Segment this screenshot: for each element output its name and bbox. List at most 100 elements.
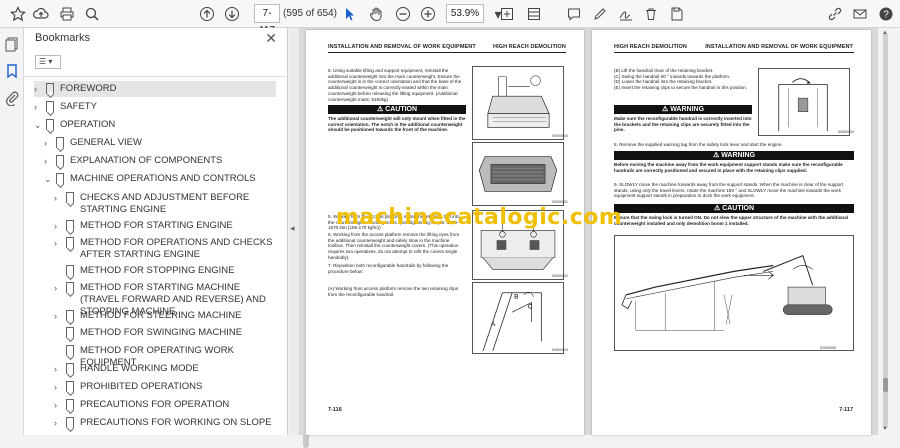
bookmark-item[interactable]: › SAFETY (34, 99, 276, 115)
figure-id: K0000002 (552, 274, 568, 278)
document-viewer: INSTALLATION AND REMOVAL OF WORK EQUIPME… (299, 28, 877, 435)
chevron-right-icon[interactable]: › (54, 363, 57, 375)
bookmark-options-dropdown[interactable]: ☰ ▾ (35, 55, 61, 69)
bookmark-icon (66, 282, 74, 293)
page-number-right: 7-117 (839, 407, 853, 413)
document-scroll-thumb[interactable] (883, 378, 888, 392)
bookmarks-icon[interactable] (4, 63, 20, 79)
share-link-icon[interactable] (825, 4, 845, 24)
chevron-right-icon[interactable]: › (34, 101, 37, 113)
draw-signature-icon[interactable] (616, 4, 636, 24)
warning-banner-2: ⚠ WARNING (614, 151, 854, 160)
upload-cloud-icon[interactable] (31, 4, 51, 24)
bookmark-icon (66, 327, 74, 338)
bookmark-star-icon[interactable] (8, 4, 28, 24)
search-icon[interactable] (82, 4, 102, 24)
steps-b-e-text: (B) Lift the handrail clear of the retai… (614, 68, 748, 91)
bookmark-icon (66, 220, 74, 231)
chevron-down-icon[interactable]: ⌄ (34, 119, 42, 131)
collapse-panel-icon[interactable]: ◂ (290, 223, 295, 234)
step-8-text: 8. Remove the supplied warning tag from … (614, 142, 783, 147)
bookmark-icon (66, 417, 74, 428)
delete-trash-icon[interactable] (641, 4, 661, 24)
bookmark-icon (66, 399, 74, 410)
page-header-right: INSTALLATION AND REMOVAL OF WORK EQUIPME… (705, 44, 853, 50)
bookmark-label: HANDLE WORKING MODE (80, 363, 199, 374)
highlight-pen-icon[interactable] (590, 4, 610, 24)
caution-banner-1: ⚠ CAUTION (328, 105, 466, 114)
bookmark-item[interactable]: › CHECKS AND ADJUSTMENT BEFORE STARTING E… (54, 190, 276, 216)
bookmark-item[interactable]: › METHOD FOR STARTING MACHINE (TRAVEL FOR… (54, 280, 276, 317)
bookmark-label: FOREWORD (60, 83, 117, 94)
bookmark-item[interactable]: ⌄ MACHINE OPERATIONS AND CONTROLS (44, 171, 276, 187)
chevron-right-icon[interactable]: › (54, 417, 57, 429)
hand-tool-icon[interactable] (366, 4, 386, 24)
page-layout-icon[interactable] (524, 4, 544, 24)
bookmark-icon (46, 83, 54, 94)
header-rule (614, 52, 854, 53)
bookmark-item[interactable]: › EXPLANATION OF COMPONENTS (44, 153, 276, 169)
chevron-right-icon[interactable]: › (44, 137, 47, 149)
bookmark-label: SAFETY (60, 101, 97, 112)
save-file-icon[interactable] (667, 4, 687, 24)
chevron-right-icon[interactable]: › (54, 381, 57, 393)
page-number-input[interactable]: 7-117 (254, 4, 280, 36)
panel-splitter[interactable]: ◂ (289, 28, 299, 435)
chevron-right-icon[interactable]: › (54, 282, 57, 294)
caution-banner-2: ⚠ CAUTION (614, 204, 854, 213)
bookmark-item[interactable]: › PRECAUTIONS FOR WORKING ON SLOPE (54, 415, 276, 431)
bookmark-item[interactable]: › METHOD FOR OPERATIONS AND CHECKS AFTER … (54, 235, 276, 261)
bookmark-label: EXPLANATION OF COMPONENTS (70, 155, 223, 166)
bookmark-label: PROHIBITED OPERATIONS (80, 381, 203, 392)
email-icon[interactable] (850, 4, 870, 24)
comment-icon[interactable] (564, 4, 584, 24)
document-scrollbar[interactable] (883, 33, 888, 428)
bookmark-item[interactable]: › METHOD FOR STEERING MACHINE (54, 308, 276, 324)
bookmark-item[interactable]: METHOD FOR SWINGING MACHINE (54, 325, 276, 341)
page-down-icon[interactable] (222, 4, 242, 24)
chevron-right-icon[interactable]: › (44, 155, 47, 167)
select-pointer-icon[interactable] (340, 4, 360, 24)
caution-text-1: The additional counterweight will only m… (328, 116, 466, 133)
bookmark-item[interactable]: ⌄ OPERATION (34, 117, 276, 133)
chevron-right-icon[interactable]: › (54, 310, 57, 322)
chevron-down-icon[interactable]: ⌄ (44, 173, 52, 185)
bookmark-item[interactable]: › HANDLE WORKING MODE (54, 361, 276, 377)
fit-page-icon[interactable] (497, 4, 517, 24)
figure-id: K0000004 (838, 130, 854, 134)
bookmark-label: MACHINE OPERATIONS AND CONTROLS (70, 173, 256, 184)
bookmark-label: METHOD FOR STARTING ENGINE (80, 220, 233, 231)
toolbar: 7-117 (595 of 654) 53.9% ▾ ? (0, 0, 900, 36)
chevron-right-icon[interactable]: › (54, 220, 57, 232)
bookmark-item[interactable]: › PRECAUTIONS FOR OPERATION (54, 397, 276, 413)
bookmark-item[interactable]: › FOREWORD (34, 81, 276, 97)
bookmark-item[interactable]: › METHOD FOR STARTING ENGINE (54, 218, 276, 234)
zoom-in-icon[interactable] (418, 4, 438, 24)
zoom-out-icon[interactable] (393, 4, 413, 24)
bookmark-item[interactable]: METHOD FOR OPERATING WORK EQUIPMENT (54, 343, 276, 368)
page-up-icon[interactable] (197, 4, 217, 24)
help-icon[interactable]: ? (876, 4, 896, 24)
bookmark-item[interactable]: › PROHIBITED OPERATIONS (54, 379, 276, 395)
chevron-right-icon[interactable]: › (54, 192, 57, 204)
figure-id: K0000000 (552, 134, 568, 138)
bookmark-label: GENERAL VIEW (70, 137, 142, 148)
print-icon[interactable] (57, 4, 77, 24)
bookmark-icon (56, 155, 64, 166)
figure-id: K0000003 (552, 348, 568, 352)
step-9-text: 9. SLOWLY move the machine forwards away… (614, 182, 844, 199)
page-thumbnails-icon[interactable] (4, 36, 20, 52)
left-tool-rail (0, 28, 24, 435)
chevron-right-icon[interactable]: › (54, 237, 57, 249)
figure-id: K0000001 (552, 200, 568, 204)
attachment-paperclip-icon[interactable] (4, 90, 20, 106)
close-icon[interactable]: ✕ (265, 30, 277, 47)
scroll-up-icon[interactable]: ▲ (882, 30, 888, 36)
scroll-down-icon[interactable]: ▼ (882, 426, 888, 432)
zoom-level-input[interactable]: 53.9% (446, 4, 484, 23)
chevron-right-icon[interactable]: › (54, 399, 57, 411)
handrail-figure: B C A (472, 282, 564, 354)
bookmark-item[interactable]: METHOD FOR STOPPING ENGINE (54, 263, 276, 279)
bookmark-item[interactable]: › GENERAL VIEW (44, 135, 276, 151)
chevron-right-icon[interactable]: › (34, 83, 37, 95)
